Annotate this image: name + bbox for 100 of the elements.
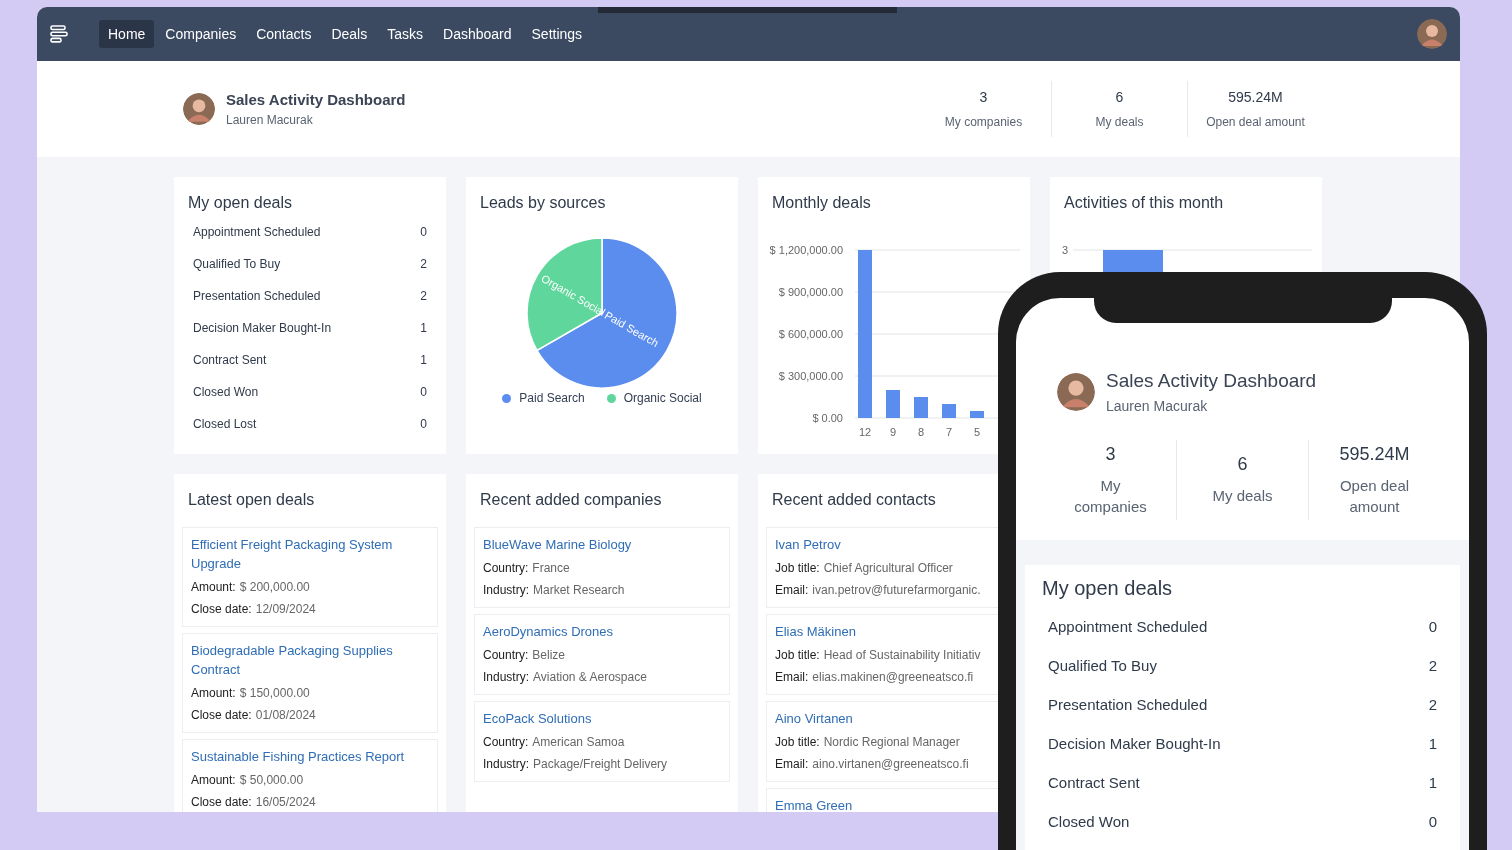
stat-value: 3: [1104, 443, 1117, 465]
field-value: Aviation & Aerospace: [533, 670, 647, 684]
field-label: Email:: [775, 670, 809, 684]
stat-value: 6: [1236, 454, 1249, 475]
field-value: Market Research: [533, 583, 625, 597]
nav-tab[interactable]: Home: [99, 20, 155, 48]
axis-label: 12: [858, 426, 872, 438]
stat-value: 595.24M: [1227, 89, 1284, 105]
card-title: Leads by sources: [479, 193, 607, 213]
avatar: [183, 93, 215, 125]
field-value: ivan.petrov@futurefarmorganic.: [812, 583, 981, 597]
field-value: $ 200,000.00: [239, 580, 310, 594]
bar: [970, 411, 984, 418]
deal-stage: Contract Sent: [193, 353, 267, 369]
stat-label: My deals: [1211, 486, 1274, 506]
stat-label: My companies: [1073, 475, 1148, 517]
field-label: Industry:: [483, 670, 530, 684]
axis-label: $ 1,200,000.00: [769, 244, 843, 256]
nav-tab[interactable]: Contacts: [247, 20, 321, 48]
deal-stage: Closed Won: [193, 385, 259, 401]
deal-count: 0: [420, 385, 427, 401]
item-link[interactable]: Biodegradable Packaging Supplies Contract: [191, 641, 429, 679]
item-link[interactable]: Aino Virtanen: [775, 709, 853, 728]
nav-tab[interactable]: Tasks: [378, 20, 433, 48]
deal-count: 2: [1428, 696, 1437, 715]
field-value: 16/05/2024: [255, 795, 316, 809]
deal-stage: Closed Lost: [193, 417, 257, 433]
deal-count: 1: [420, 353, 427, 369]
user-name: Lauren Macurak: [1106, 398, 1209, 414]
item-link[interactable]: Sustainable Fishing Practices Report: [191, 747, 405, 766]
bar: [942, 404, 956, 418]
deal-count: 0: [420, 225, 427, 241]
card-title: Latest open deals: [187, 490, 316, 510]
deal-stage: Appointment Scheduled: [193, 225, 321, 241]
stat-label: Open deal amount: [1205, 115, 1306, 129]
stat-value: 6: [1114, 89, 1125, 105]
deal-count: 2: [420, 257, 427, 273]
dashboard-title: Sales Activity Dashboard: [1106, 370, 1317, 392]
logo-icon[interactable]: [50, 25, 68, 43]
nav-tab[interactable]: Companies: [156, 20, 246, 48]
axis-label: $ 0.00: [812, 412, 843, 424]
field-label: Amount:: [191, 686, 236, 700]
deal-stage: Decision Maker Bought-In: [193, 321, 332, 337]
stat-value: 3: [978, 89, 989, 105]
dashboard-title: Sales Activity Dashboard: [226, 91, 406, 108]
item-link[interactable]: Efficient Freight Packaging System Upgrade: [191, 535, 429, 573]
axis-label: 8: [917, 426, 925, 438]
axis-label: $ 300,000.00: [778, 370, 843, 382]
avatar[interactable]: [1417, 19, 1447, 49]
bar: [914, 397, 928, 418]
nav-tab[interactable]: Settings: [522, 20, 592, 48]
deal-stage: Presentation Scheduled: [193, 289, 321, 305]
deal-stage: Qualified To Buy: [1048, 657, 1157, 676]
deal-stage: Presentation Scheduled: [1048, 696, 1208, 715]
stat-value: 595.24M: [1338, 443, 1411, 465]
legend-label: Organic Social: [623, 391, 702, 405]
avatar: [1057, 373, 1095, 411]
field-value: $ 50,000.00: [239, 773, 304, 787]
field-label: Country:: [483, 735, 529, 749]
field-value: 01/08/2024: [255, 708, 316, 722]
deal-stage: Appointment Scheduled: [1048, 618, 1208, 637]
field-label: Email:: [775, 757, 809, 771]
field-label: Job title:: [775, 735, 820, 749]
field-label: Job title:: [775, 648, 820, 662]
field-label: Close date:: [191, 708, 252, 722]
deal-count: 0: [1428, 618, 1437, 637]
nav-tab[interactable]: Dashboard: [434, 20, 521, 48]
axis-label: 3: [1062, 244, 1069, 256]
item-link[interactable]: AeroDynamics Drones: [483, 622, 614, 641]
axis-label: $ 600,000.00: [778, 328, 843, 340]
deal-count: 1: [420, 321, 427, 337]
card-title: Recent added companies: [479, 490, 663, 510]
item-link[interactable]: BlueWave Marine Biology: [483, 535, 632, 554]
deal-stage: Closed Won: [1048, 813, 1130, 832]
field-label: Industry:: [483, 757, 530, 771]
field-label: Close date:: [191, 795, 252, 809]
axis-label: 9: [889, 426, 897, 438]
field-value: 12/09/2024: [255, 602, 316, 616]
deal-count: 1: [1428, 774, 1437, 793]
field-value: Package/Freight Delivery: [533, 757, 668, 771]
field-label: Close date:: [191, 602, 252, 616]
field-label: Industry:: [483, 583, 530, 597]
stat-label: Open deal amount: [1338, 475, 1411, 517]
item-link[interactable]: EcoPack Solutions: [483, 709, 592, 728]
item-link[interactable]: Ivan Petrov: [775, 535, 841, 554]
item-link[interactable]: Elias Mäkinen: [775, 622, 856, 641]
deal-stage: Qualified To Buy: [193, 257, 281, 273]
axis-label: 7: [945, 426, 953, 438]
item-link[interactable]: Emma Green: [775, 796, 853, 812]
stat-label: My companies: [943, 115, 1024, 129]
deal-count: 1: [1428, 735, 1437, 754]
field-label: Job title:: [775, 561, 820, 575]
deal-count: 2: [1428, 657, 1437, 676]
bar: [886, 390, 900, 418]
field-value: elias.makinen@greeneatsco.fi: [812, 670, 974, 684]
card-title: My open deals: [1042, 577, 1174, 600]
nav-tab[interactable]: Deals: [322, 20, 377, 48]
axis-label: 5: [973, 426, 981, 438]
field-value: American Samoa: [532, 735, 625, 749]
field-label: Country:: [483, 561, 529, 575]
